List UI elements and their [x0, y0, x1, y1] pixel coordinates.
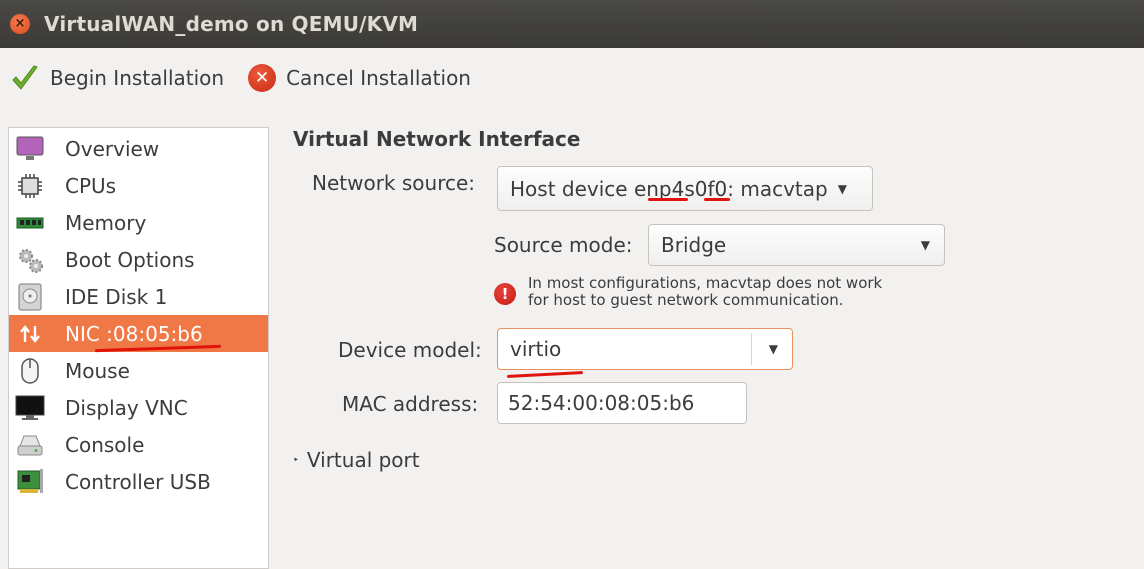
- sidebar-item-label: Mouse: [65, 358, 130, 383]
- monitor-icon: [15, 134, 45, 164]
- begin-installation-label: Begin Installation: [50, 66, 225, 90]
- sidebar-item-nic[interactable]: NIC :08:05:b6: [9, 315, 268, 353]
- memory-module-icon: [15, 208, 45, 238]
- virtual-port-expander[interactable]: ‣ Virtual port: [293, 448, 420, 472]
- sidebar-item-cpus[interactable]: CPUs: [9, 167, 268, 204]
- network-source-label: Network source:: [312, 171, 476, 195]
- sidebar-item-label: Console: [65, 432, 145, 457]
- sidebar-item-ide-disk-1[interactable]: IDE Disk 1: [9, 278, 268, 315]
- window-titlebar: × VirtualWAN_demo on QEMU/KVM: [0, 0, 1144, 48]
- annotation-underline: [704, 198, 730, 201]
- network-source-value: Host device enp4s0f0: macvtap: [510, 176, 828, 201]
- chevron-down-icon[interactable]: ▼: [769, 342, 778, 356]
- gears-icon: [15, 245, 45, 275]
- sidebar-item-boot-options[interactable]: Boot Options: [9, 241, 268, 278]
- sidebar-item-console[interactable]: Console: [9, 426, 268, 463]
- virtual-port-label: Virtual port: [306, 448, 420, 472]
- annotation-underline: [648, 198, 688, 201]
- mac-address-value: 52:54:00:08:05:b6: [508, 391, 695, 415]
- sidebar-item-overview[interactable]: Overview: [9, 130, 268, 167]
- mouse-icon: [15, 356, 45, 386]
- sidebar-item-controller-usb[interactable]: Controller USB: [9, 463, 268, 500]
- sidebar-item-label: Memory: [65, 210, 147, 235]
- hardware-list: Overview CPUs Memory Boot Options IDE Di…: [8, 127, 269, 569]
- display-icon: [15, 393, 45, 423]
- source-mode-dropdown[interactable]: Bridge ▼: [648, 224, 945, 266]
- combo-separator: [751, 333, 752, 365]
- sidebar-item-label: NIC :08:05:b6: [65, 321, 203, 346]
- section-title: Virtual Network Interface: [293, 127, 581, 151]
- sidebar-item-label: Boot Options: [65, 247, 195, 272]
- mac-address-label: MAC address:: [342, 392, 479, 416]
- mac-address-field[interactable]: 52:54:00:08:05:b6: [497, 382, 747, 424]
- warning-line-1: In most configurations, macvtap does not…: [528, 274, 883, 292]
- hard-disk-icon: [15, 282, 45, 312]
- device-model-combo[interactable]: virtio ▼: [497, 328, 793, 370]
- console-icon: [15, 430, 45, 460]
- warning-line-2: for host to guest network communication.: [528, 291, 844, 309]
- network-arrows-icon: [15, 319, 45, 349]
- source-mode-value: Bridge: [661, 233, 727, 257]
- pci-card-icon: [15, 467, 45, 497]
- source-mode-label: Source mode:: [494, 233, 633, 257]
- warning-message: In most configurations, macvtap does not…: [528, 275, 948, 309]
- error-icon: !: [494, 283, 516, 305]
- device-model-value[interactable]: virtio: [510, 337, 561, 361]
- expander-arrow-icon: ‣: [293, 454, 299, 466]
- sidebar-item-memory[interactable]: Memory: [9, 204, 268, 241]
- cancel-icon: ✕: [248, 64, 277, 92]
- begin-installation-button[interactable]: Begin Installation: [10, 63, 224, 93]
- network-source-dropdown[interactable]: Host device enp4s0f0: macvtap ▼: [497, 166, 873, 211]
- cancel-installation-label: Cancel Installation: [286, 66, 471, 90]
- sidebar-item-mouse[interactable]: Mouse: [9, 352, 268, 389]
- toolbar: Begin Installation ✕ Cancel Installation: [0, 48, 1144, 108]
- sidebar-item-label: Controller USB: [65, 469, 211, 494]
- cancel-installation-button[interactable]: ✕ Cancel Installation: [248, 64, 471, 92]
- device-model-label: Device model:: [338, 338, 482, 362]
- window-title: VirtualWAN_demo on QEMU/KVM: [44, 12, 419, 36]
- sidebar-item-display-vnc[interactable]: Display VNC: [9, 389, 268, 426]
- chevron-down-icon: ▼: [920, 238, 930, 252]
- cpu-chip-icon: [15, 171, 45, 201]
- chevron-down-icon: ▼: [837, 181, 847, 196]
- sidebar-item-label: Overview: [65, 136, 160, 161]
- window-close-icon[interactable]: ×: [10, 14, 30, 34]
- sidebar-item-label: CPUs: [65, 173, 117, 198]
- checkmark-icon: [10, 63, 40, 93]
- annotation-underline: [506, 371, 584, 378]
- sidebar-item-label: Display VNC: [65, 395, 188, 420]
- sidebar-item-label: IDE Disk 1: [65, 284, 168, 309]
